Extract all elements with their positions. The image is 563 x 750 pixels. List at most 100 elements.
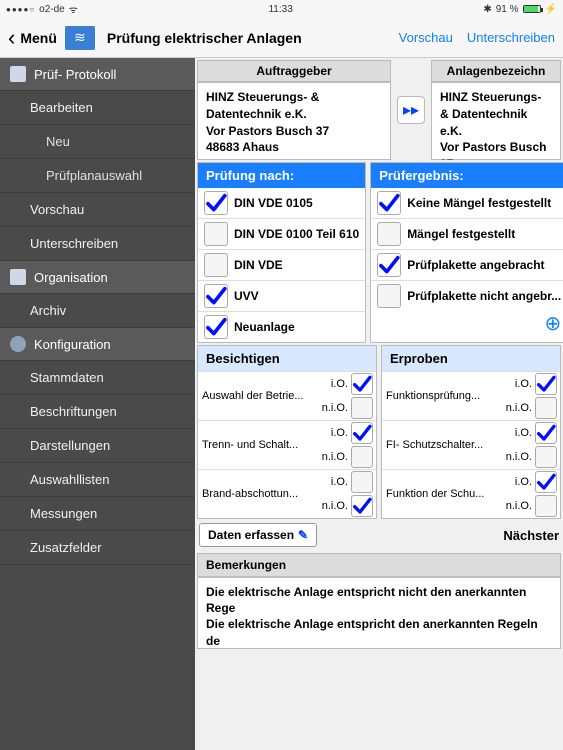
ergebnis-label: Prüfplakette angebracht bbox=[407, 258, 561, 272]
erproben-row: FI- Schutzschalter...i.O.n.i.O. bbox=[382, 420, 560, 469]
facility-card[interactable]: HINZ Steuerungs- & Datentechnik e.K. Vor… bbox=[431, 82, 561, 160]
checkbox[interactable] bbox=[351, 422, 373, 444]
io-label: i.O. bbox=[502, 427, 532, 439]
ergebnis-row[interactable]: Keine Mängel festgestellt bbox=[371, 188, 563, 218]
io-label: i.O. bbox=[318, 378, 348, 390]
copy-arrow-button[interactable]: ▸▸ bbox=[397, 96, 425, 124]
checkbox[interactable] bbox=[377, 191, 401, 215]
pruefung-label: DIN VDE 0100 Teil 610 bbox=[234, 227, 359, 241]
remarks-body[interactable]: Die elektrische Anlage entspricht nicht … bbox=[197, 577, 561, 649]
sidebar-sub-neu[interactable]: Neu bbox=[0, 125, 195, 159]
checkbox[interactable] bbox=[377, 222, 401, 246]
ergebnis-label: Prüfplakette nicht angebr... bbox=[407, 289, 561, 303]
nio-label: n.i.O. bbox=[502, 500, 532, 512]
nio-label: n.i.O. bbox=[318, 500, 348, 512]
sidebar-item-bearbeiten[interactable]: Bearbeiten bbox=[0, 91, 195, 125]
clock: 11:33 bbox=[268, 4, 292, 15]
sidebar-item-darstellungen[interactable]: Darstellungen bbox=[0, 429, 195, 463]
besichtigen-label: Brand-abschottun... bbox=[198, 470, 315, 518]
sidebar-item-messungen[interactable]: Messungen bbox=[0, 497, 195, 531]
pruefung-row[interactable]: DIN VDE bbox=[198, 249, 365, 280]
content: Auftraggeber HINZ Steuerungs- & Datentec… bbox=[195, 58, 563, 750]
client-card[interactable]: HINZ Steuerungs- & Datentechnik e.K. Vor… bbox=[197, 82, 391, 160]
ergebnis-row[interactable]: Prüfplakette angebracht bbox=[371, 249, 563, 280]
nio-label: n.i.O. bbox=[502, 402, 532, 414]
erproben-label: FI- Schutzschalter... bbox=[382, 421, 499, 469]
facility-header: Anlagenbezeichn bbox=[431, 60, 561, 82]
pruefung-row[interactable]: DIN VDE 0100 Teil 610 bbox=[198, 218, 365, 249]
ergebnis-header: Prüfergebnis: bbox=[371, 163, 563, 188]
checkbox[interactable] bbox=[377, 284, 401, 308]
menu-button[interactable]: Menü bbox=[8, 30, 57, 46]
ergebnis-label: Keine Mängel festgestellt bbox=[407, 196, 561, 210]
checkbox[interactable] bbox=[204, 253, 228, 277]
gear-icon bbox=[10, 336, 26, 352]
sidebar-item-vorschau[interactable]: Vorschau bbox=[0, 193, 195, 227]
besichtigen-header: Besichtigen bbox=[198, 346, 376, 371]
daten-erfassen-button[interactable]: Daten erfassen ✎ bbox=[199, 523, 317, 547]
sidebar-item-stammdaten[interactable]: Stammdaten bbox=[0, 361, 195, 395]
nio-label: n.i.O. bbox=[318, 402, 348, 414]
toolbar: Menü ≋ Prüfung elektrischer Anlagen Vors… bbox=[0, 18, 563, 58]
besichtigen-label: Auswahl der Betrie... bbox=[198, 372, 315, 420]
page-title: Prüfung elektrischer Anlagen bbox=[107, 30, 391, 46]
checkbox[interactable] bbox=[377, 253, 401, 277]
sidebar-sub-pruefplan[interactable]: Prüfplanauswahl bbox=[0, 159, 195, 193]
checkbox[interactable] bbox=[204, 191, 228, 215]
checkbox[interactable] bbox=[535, 446, 557, 468]
checkbox[interactable] bbox=[351, 446, 373, 468]
client-header: Auftraggeber bbox=[197, 60, 391, 82]
checkbox[interactable] bbox=[535, 495, 557, 517]
sidebar-item-unterschreiben[interactable]: Unterschreiben bbox=[0, 227, 195, 261]
pruefung-label: UVV bbox=[234, 289, 359, 303]
ergebnis-label: Mängel festgestellt bbox=[407, 227, 561, 241]
sign-button[interactable]: Unterschreiben bbox=[467, 30, 555, 45]
ergebnis-row[interactable]: Prüfplakette nicht angebr... bbox=[371, 280, 563, 311]
erproben-row: Funktionsprüfung...i.O.n.i.O. bbox=[382, 371, 560, 420]
besichtigen-row: Trenn- und Schalt...i.O.n.i.O. bbox=[198, 420, 376, 469]
checkbox[interactable] bbox=[351, 471, 373, 493]
preview-button[interactable]: Vorschau bbox=[399, 30, 453, 45]
sidebar-item-zusatzfelder[interactable]: Zusatzfelder bbox=[0, 531, 195, 565]
pruefung-label: DIN VDE 0105 bbox=[234, 196, 359, 210]
checkbox[interactable] bbox=[204, 222, 228, 246]
charging-icon: ⚡ bbox=[545, 4, 557, 15]
remarks-header: Bemerkungen bbox=[197, 553, 561, 577]
signal-dots-icon bbox=[6, 4, 35, 15]
io-label: i.O. bbox=[502, 476, 532, 488]
erproben-label: Funktion der Schu... bbox=[382, 470, 499, 518]
pruefung-row[interactable]: DIN VDE 0105 bbox=[198, 188, 365, 218]
checkbox[interactable] bbox=[351, 495, 373, 517]
sidebar-item-beschriftungen[interactable]: Beschriftungen bbox=[0, 395, 195, 429]
besichtigen-row: Auswahl der Betrie...i.O. n.i.O. bbox=[198, 371, 376, 420]
add-result-button[interactable]: ⊕ bbox=[371, 311, 563, 336]
battery-pct: 91 % bbox=[496, 4, 519, 15]
battery-icon bbox=[523, 5, 541, 13]
ergebnis-row[interactable]: Mängel festgestellt bbox=[371, 218, 563, 249]
checkbox[interactable] bbox=[351, 397, 373, 419]
sidebar-item-archiv[interactable]: Archiv bbox=[0, 294, 195, 328]
io-label: i.O. bbox=[318, 476, 348, 488]
checkbox[interactable] bbox=[204, 315, 228, 339]
ergebnis-panel: Prüfergebnis: Keine Mängel festgestellt M… bbox=[370, 162, 563, 343]
erproben-label: Funktionsprüfung... bbox=[382, 372, 499, 420]
pruefung-row[interactable]: Neuanlage bbox=[198, 311, 365, 342]
sidebar-section-organisation[interactable]: Organisation bbox=[0, 261, 195, 294]
checkbox[interactable] bbox=[535, 422, 557, 444]
sidebar-item-auswahllisten[interactable]: Auswahllisten bbox=[0, 463, 195, 497]
next-button[interactable]: Nächster bbox=[503, 528, 559, 543]
checkbox[interactable] bbox=[535, 397, 557, 419]
io-label: i.O. bbox=[318, 427, 348, 439]
checkbox[interactable] bbox=[351, 373, 373, 395]
wifi-icon: ᯤ bbox=[69, 2, 78, 16]
checkbox[interactable] bbox=[535, 373, 557, 395]
checkbox[interactable] bbox=[204, 284, 228, 308]
sidebar-section-protokoll[interactable]: Prüf- Protokoll bbox=[0, 58, 195, 91]
pruefung-row[interactable]: UVV bbox=[198, 280, 365, 311]
sidebar-section-konfiguration[interactable]: Konfiguration bbox=[0, 328, 195, 361]
pencil-icon: ✎ bbox=[298, 528, 308, 542]
document-icon bbox=[10, 66, 26, 82]
checkbox[interactable] bbox=[535, 471, 557, 493]
sidebar: Prüf- Protokoll Bearbeiten Neu Prüfplana… bbox=[0, 58, 195, 750]
erproben-panel: Erproben Funktionsprüfung...i.O.n.i.O.FI… bbox=[381, 345, 561, 519]
